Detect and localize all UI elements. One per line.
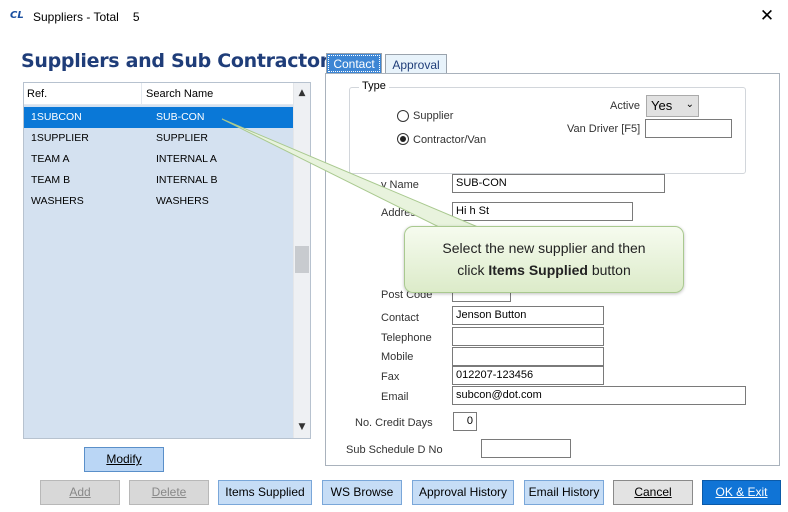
- window-title-text: Suppliers - Total: [33, 10, 119, 24]
- chevron-down-icon: ⌄: [685, 99, 694, 110]
- telephone-field[interactable]: [452, 327, 604, 346]
- row-ref: 1SUPPLIER: [31, 132, 89, 144]
- callout-bold: Items Supplied: [488, 262, 588, 278]
- contact-field[interactable]: Jenson Button: [452, 306, 604, 325]
- company-name-label: y Name: [381, 179, 419, 191]
- approval-history-button[interactable]: Approval History: [412, 480, 514, 505]
- mobile-field[interactable]: [452, 347, 604, 366]
- callout-line-2: click Items Supplied button: [405, 259, 683, 281]
- list-scrollbar[interactable]: ▲ ▼: [293, 83, 310, 438]
- add-label: Add: [69, 485, 91, 499]
- row-ref: TEAM A: [31, 153, 70, 165]
- modify-button[interactable]: Modify: [84, 447, 164, 472]
- van-driver-field[interactable]: [645, 119, 732, 138]
- scroll-thumb[interactable]: [295, 246, 309, 273]
- ok-exit-label: OK & Exit: [715, 485, 768, 499]
- credit-days-field[interactable]: 0: [453, 412, 477, 431]
- cancel-label: Cancel: [634, 485, 672, 499]
- suppliers-window: CL Suppliers - Total 5 ✕ Suppliers and Su…: [0, 0, 788, 512]
- list-header: Ref. Search Name: [24, 83, 294, 105]
- company-name-field[interactable]: SUB-CON: [452, 174, 665, 193]
- list-row[interactable]: TEAM B INTERNAL B: [24, 170, 294, 191]
- scroll-up-icon[interactable]: ▲: [294, 85, 310, 102]
- contractor-radio-label[interactable]: Contractor/Van: [413, 134, 486, 146]
- address-label: Address: [381, 207, 422, 219]
- scroll-down-icon[interactable]: ▼: [294, 419, 310, 436]
- ok-exit-button[interactable]: OK & Exit: [702, 480, 781, 505]
- email-field[interactable]: subcon@dot.com: [452, 386, 746, 405]
- column-header-ref[interactable]: Ref.: [27, 88, 47, 100]
- email-label: Email: [381, 391, 409, 403]
- list-row[interactable]: 1SUBCON SUB-CON: [24, 107, 294, 128]
- row-ref: 1SUBCON: [31, 111, 82, 123]
- list-row[interactable]: 1SUPPLIER SUPPLIER: [24, 128, 294, 149]
- column-header-search-name[interactable]: Search Name: [146, 88, 213, 100]
- row-ref: TEAM B: [31, 174, 71, 186]
- supplier-radio[interactable]: [397, 110, 409, 122]
- credit-days-label: No. Credit Days: [355, 417, 433, 429]
- active-select-value: Yes: [651, 98, 673, 113]
- callout-suffix: button: [591, 262, 631, 278]
- column-divider: [141, 83, 142, 104]
- supplier-list[interactable]: Ref. Search Name 1SUBCON SUB-CON 1SUPPLIER…: [23, 82, 311, 439]
- close-icon[interactable]: ✕: [756, 5, 778, 27]
- supplier-radio-label[interactable]: Supplier: [413, 110, 453, 122]
- contact-label: Contact: [381, 312, 419, 324]
- active-label: Active: [610, 100, 640, 112]
- list-row[interactable]: WASHERS WASHERS: [24, 191, 294, 212]
- fax-label: Fax: [381, 371, 400, 383]
- van-driver-label: Van Driver [F5]: [567, 123, 641, 135]
- type-group: Type Supplier Contractor/Van Active Yes …: [349, 80, 746, 174]
- type-legend: Type: [359, 80, 389, 92]
- instruction-callout: Select the new supplier and then click I…: [404, 226, 684, 293]
- list-rows: 1SUBCON SUB-CON 1SUPPLIER SUPPLIER TEAM A INT…: [24, 107, 294, 212]
- sub-schedule-label: Sub Schedule D No: [346, 444, 443, 456]
- mobile-label: Mobile: [381, 351, 414, 363]
- delete-label: Delete: [151, 485, 187, 499]
- items-supplied-button[interactable]: Items Supplied: [218, 480, 312, 505]
- cancel-button[interactable]: Cancel: [613, 480, 693, 505]
- address-line1-field[interactable]: Hi h St: [452, 202, 633, 221]
- sub-schedule-field[interactable]: [481, 439, 571, 458]
- callout-line-1: Select the new supplier and then: [442, 240, 646, 256]
- row-search-name: WASHERS: [156, 195, 209, 207]
- modify-label: Modify: [106, 452, 142, 466]
- add-button[interactable]: Add: [40, 480, 120, 505]
- ws-browse-button[interactable]: WS Browse: [322, 480, 402, 505]
- title-bar: CL Suppliers - Total 5 ✕: [0, 0, 788, 32]
- page-title: Suppliers and Sub Contractors: [21, 50, 340, 72]
- total-count: 5: [132, 10, 140, 24]
- row-search-name: INTERNAL B: [156, 174, 218, 186]
- email-history-button[interactable]: Email History: [524, 480, 604, 505]
- contractor-radio[interactable]: [397, 133, 409, 145]
- callout-prefix: click: [457, 262, 485, 278]
- row-search-name: INTERNAL A: [156, 153, 217, 165]
- row-search-name: SUB-CON: [156, 111, 205, 123]
- window-title: Suppliers - Total 5: [33, 10, 140, 24]
- telephone-label: Telephone: [381, 332, 432, 344]
- app-logo-icon: CL: [10, 10, 24, 21]
- row-search-name: SUPPLIER: [156, 132, 208, 144]
- row-ref: WASHERS: [31, 195, 84, 207]
- delete-button[interactable]: Delete: [129, 480, 209, 505]
- tab-approval[interactable]: Approval: [385, 54, 447, 75]
- fax-field[interactable]: 012207-123456: [452, 366, 604, 385]
- list-row[interactable]: TEAM A INTERNAL A: [24, 149, 294, 170]
- tab-contact[interactable]: Contact: [326, 53, 382, 74]
- active-select[interactable]: Yes ⌄: [646, 95, 699, 117]
